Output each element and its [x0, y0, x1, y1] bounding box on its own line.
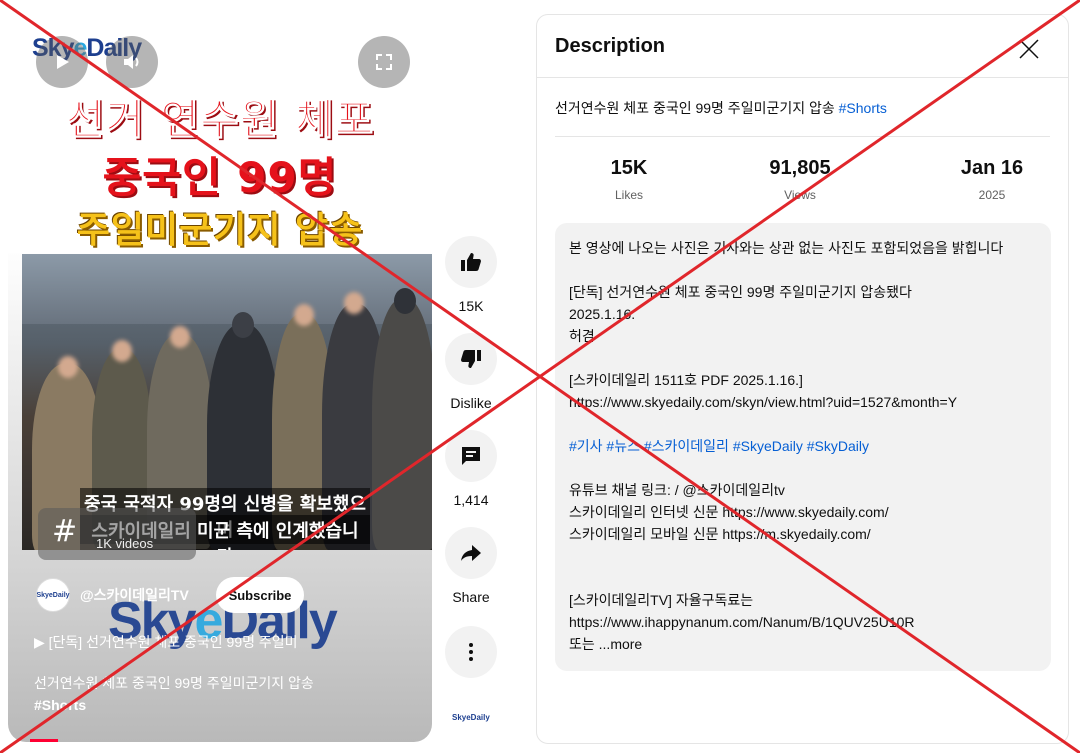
stat-date: Jan 16 2025	[947, 157, 1037, 202]
shorts-page: SkyeDaily 선거 연수원 체포 중국인 99명 주일미군기지 압송 중국…	[0, 0, 1080, 753]
stat-value: 91,805	[769, 157, 831, 179]
more-options-button[interactable]	[445, 626, 497, 678]
dislike-button[interactable]	[445, 333, 497, 385]
shorts-hashtag-link[interactable]: #Shorts	[839, 100, 887, 116]
news-photo: 중국 국적자 99명의 신병을 확보했으며 스카이데일리 미군 측에 인계했습니…	[22, 254, 432, 550]
share-button[interactable]	[445, 527, 497, 579]
subscribe-button[interactable]: Subscribe	[216, 577, 304, 613]
description-line: [단독] 선거연수원 체포 중국인 99명 주일미군기지 압송됐다	[569, 284, 912, 300]
close-button[interactable]	[1011, 31, 1047, 67]
dislike-action: Dislike	[440, 333, 502, 411]
show-more-link[interactable]: 또는 ...more	[569, 633, 1037, 655]
description-title: Description	[555, 35, 666, 57]
description-line: 2025.1.16.	[569, 306, 636, 322]
video-stats: 15K Likes 91,805 Views Jan 16 2025	[555, 157, 1050, 207]
comment-icon	[462, 447, 480, 465]
thumbnail-headline-3: 주일미군기지 압송	[76, 210, 364, 251]
photo-face	[58, 356, 78, 378]
photo-face	[112, 340, 132, 362]
video-title-text: 선거연수원 체포 중국인 99명 주일미군기지 압송	[34, 675, 314, 691]
stat-label: Likes	[614, 188, 643, 202]
hash-icon: #	[52, 514, 78, 549]
fullscreen-button[interactable]	[358, 36, 410, 88]
description-line: [스카이데일리 1511호 PDF 2025.1.16.]	[569, 372, 803, 388]
description-line: [스카이데일리TV] 자율구독료는	[569, 592, 754, 608]
close-icon	[1019, 39, 1039, 59]
fullscreen-icon	[376, 54, 392, 70]
article-link[interactable]: https://www.skyedaily.com/skyn/view.html…	[569, 391, 1037, 413]
channel-avatar[interactable]: SkyeDaily	[36, 578, 70, 612]
description-line: 본 영상에 나오는 사진은 기사와는 상관 없는 사진도 포함되었음을 밝힙니다	[569, 240, 1004, 256]
dislike-label: Dislike	[450, 395, 492, 411]
description-body: 본 영상에 나오는 사진은 기사와는 상관 없는 사진도 포함되었음을 밝힙니다…	[555, 223, 1051, 671]
like-action: 15K	[440, 236, 502, 314]
donation-link[interactable]: https://www.ihappynanum.com/Nanum/B/1QUV…	[569, 611, 1037, 633]
like-button[interactable]	[445, 236, 497, 288]
video-title-tag[interactable]: #Shorts	[34, 697, 86, 713]
description-line[interactable]: 유튜브 채널 링크: / @스카이데일리tv	[569, 479, 1037, 501]
thumbs-up-icon	[461, 253, 481, 271]
photo-face	[170, 326, 190, 348]
shorts-video-player[interactable]: SkyeDaily 선거 연수원 체포 중국인 99명 주일미군기지 압송 중국…	[8, 8, 432, 742]
mute-button[interactable]	[106, 36, 158, 88]
description-video-title-text: 선거연수원 체포 중국인 99명 주일미군기지 압송	[555, 100, 839, 116]
hashtag-chip[interactable]: # 1K videos	[38, 508, 196, 560]
hashtag-links[interactable]: #기사 #뉴스 #스카이데일리 #SkyeDaily #SkyDaily	[569, 435, 1037, 457]
description-line[interactable]: 스카이데일리 모바일 신문 https://m.skyedaily.com/	[569, 523, 1037, 545]
channel-mini-logo[interactable]: SkyeDaily	[452, 713, 490, 722]
photo-face	[344, 292, 364, 314]
stat-value: 15K	[610, 157, 648, 179]
video-title[interactable]: 선거연수원 체포 중국인 99명 주일미군기지 압송 #Shorts	[34, 672, 314, 716]
thumbnail-headline-1: 선거 연수원 체포	[65, 95, 375, 145]
thumbnail-headline-2: 중국인 99명	[102, 153, 338, 202]
video-progress-bar[interactable]	[30, 739, 58, 742]
comments-button[interactable]	[445, 430, 497, 482]
divider	[555, 136, 1050, 137]
hashtag-video-count: 1K videos	[96, 536, 154, 551]
play-button[interactable]	[36, 36, 88, 88]
comment-count: 1,414	[453, 492, 489, 508]
description-header: Description	[537, 15, 1068, 78]
thumbs-down-icon	[461, 350, 481, 368]
comments-action: 1,414	[440, 430, 502, 508]
like-count: 15K	[458, 298, 484, 314]
more-vertical-icon	[469, 643, 473, 661]
stat-label: 2025	[978, 188, 1006, 202]
description-line: 허겸	[569, 328, 595, 344]
stat-likes: 15K Likes	[597, 157, 661, 202]
channel-row: SkyeDaily @스카이데일리TV	[36, 578, 189, 612]
description-panel: Description 선거연수원 체포 중국인 99명 주일미군기지 압송 #…	[536, 14, 1069, 744]
share-label: Share	[452, 589, 490, 605]
share-action: Share	[440, 527, 502, 605]
play-icon	[57, 55, 69, 69]
description-video-title: 선거연수원 체포 중국인 99명 주일미군기지 압송 #Shorts	[555, 98, 887, 118]
photo-helmet	[232, 312, 254, 338]
stat-value: Jan 16	[960, 157, 1024, 179]
more-action	[440, 626, 502, 678]
volume-icon	[124, 55, 139, 69]
description-line[interactable]: 스카이데일리 인터넷 신문 https://www.skyedaily.com/	[569, 501, 1037, 523]
stat-label: Views	[784, 188, 816, 202]
photo-helmet	[394, 288, 416, 314]
share-arrow-icon	[461, 545, 481, 561]
playlist-link[interactable]: ▶ [단독] 선거연수원 체포 중국인 99명 주일미	[34, 632, 298, 652]
channel-name[interactable]: @스카이데일리TV	[80, 585, 189, 605]
stat-views: 91,805 Views	[755, 157, 845, 202]
photo-face	[294, 304, 314, 326]
photo-person	[372, 299, 432, 550]
